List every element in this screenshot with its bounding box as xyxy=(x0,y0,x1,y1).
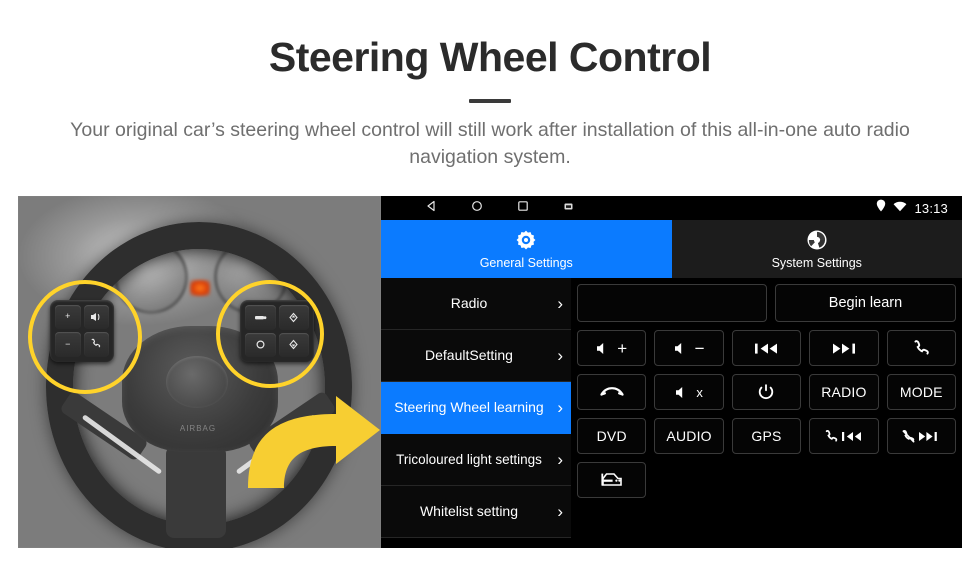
tab-general-settings-label: General Settings xyxy=(479,255,573,270)
tab-general-settings[interactable]: General Settings xyxy=(381,220,672,278)
button-power[interactable] xyxy=(731,374,802,410)
settings-menu: Radio › DefaultSetting › Steering Wheel … xyxy=(381,278,571,548)
back-icon[interactable] xyxy=(425,199,437,217)
wheel-control-pad-left: + − xyxy=(50,300,114,362)
android-head-unit-screen: 13:13 General Settings System Settings R… xyxy=(381,196,962,548)
button-volume-down[interactable]: − xyxy=(654,330,724,366)
tab-system-settings[interactable]: System Settings xyxy=(671,220,962,278)
panel-top-row: Begin learn xyxy=(577,284,956,322)
button-volume-up[interactable]: + xyxy=(577,330,647,366)
button-call-previous[interactable] xyxy=(809,418,879,454)
menu-item-default-setting-label: DefaultSetting xyxy=(425,347,513,364)
status-icons: 13:13 xyxy=(876,199,954,217)
aperture-icon xyxy=(806,229,828,254)
chevron-right-icon: › xyxy=(557,293,563,313)
button-audio[interactable]: AUDIO xyxy=(654,418,724,454)
menu-item-radio[interactable]: Radio › xyxy=(381,278,571,330)
tab-system-settings-label: System Settings xyxy=(771,255,862,270)
grid-empty-cell xyxy=(732,462,801,498)
chevron-right-icon: › xyxy=(557,501,563,521)
minus-glyph: − xyxy=(694,338,705,358)
yellow-arrow-icon xyxy=(232,390,381,500)
mute-x-glyph: x xyxy=(696,384,703,400)
page-title: Steering Wheel Control xyxy=(268,34,712,80)
clock: 13:13 xyxy=(914,200,948,216)
menu-item-steering-wheel-learning[interactable]: Steering Wheel learning › xyxy=(381,382,571,434)
button-mode[interactable]: MODE xyxy=(886,374,956,410)
button-dvd[interactable]: DVD xyxy=(577,418,647,454)
header: Steering Wheel Control Your original car… xyxy=(0,0,980,171)
wheel-key-up-icon xyxy=(278,305,309,330)
page-subtitle: Your original car’s steering wheel contr… xyxy=(70,119,910,168)
airbag-cover xyxy=(166,356,228,408)
button-previous-track[interactable] xyxy=(731,330,802,366)
screenshot-icon[interactable] xyxy=(563,199,574,217)
begin-learn-button[interactable]: Begin learn xyxy=(774,284,956,322)
wheel-key-mode-icon xyxy=(245,332,276,357)
menu-item-tricoloured-light-settings-label: Tricoloured light settings xyxy=(396,451,542,467)
wheel-key-source-icon xyxy=(245,305,276,330)
gear-icon xyxy=(515,229,537,254)
wheel-key-volume-up: + xyxy=(55,305,81,329)
function-button-grid: + − x RADIO MODE DVD AUDIO GPS xyxy=(577,330,956,498)
title-divider xyxy=(469,99,511,104)
menu-item-whitelist-setting-label: Whitelist setting xyxy=(419,503,519,520)
wheel-spoke-bottom xyxy=(166,446,226,538)
wheel-key-voice-icon xyxy=(83,305,109,329)
page-root: Steering Wheel Control Your original car… xyxy=(0,0,980,564)
button-answer-call[interactable] xyxy=(886,330,956,366)
plus-glyph: + xyxy=(617,338,628,358)
menu-item-radio-label: Radio xyxy=(450,295,488,312)
button-gps[interactable]: GPS xyxy=(731,418,802,454)
menu-item-tricoloured-light-settings[interactable]: Tricoloured light settings › xyxy=(381,434,571,486)
settings-body: Radio › DefaultSetting › Steering Wheel … xyxy=(381,278,962,548)
airbag-label: AIRBAG xyxy=(179,424,217,433)
grid-empty-cell xyxy=(887,462,956,498)
button-radio[interactable]: RADIO xyxy=(809,374,879,410)
wheel-key-phone-icon xyxy=(83,331,109,357)
chevron-right-icon: › xyxy=(557,449,563,469)
button-hangup-next[interactable] xyxy=(886,418,956,454)
button-mute[interactable]: x xyxy=(654,374,724,410)
wheel-control-pad-right xyxy=(240,300,314,362)
wheel-key-volume-down: − xyxy=(55,331,81,357)
steering-wheel-photo: AIRBAG + − xyxy=(18,196,381,548)
settings-tabs: General Settings System Settings xyxy=(381,220,962,278)
learn-display-field[interactable] xyxy=(577,284,767,322)
status-bar: 13:13 xyxy=(381,196,962,220)
button-next-track[interactable] xyxy=(809,330,879,366)
grid-empty-cell xyxy=(654,462,723,498)
navigation-bar xyxy=(389,199,574,217)
menu-item-default-setting[interactable]: DefaultSetting › xyxy=(381,330,571,382)
wifi-icon xyxy=(893,199,907,217)
media-block: AIRBAG + − 13:13 General Settings System… xyxy=(18,196,962,548)
wheel-key-down-icon xyxy=(278,332,309,357)
button-hang-up[interactable] xyxy=(577,374,647,410)
home-icon[interactable] xyxy=(471,199,483,217)
chevron-right-icon: › xyxy=(557,345,563,365)
grid-empty-cell xyxy=(809,462,878,498)
menu-item-whitelist-setting[interactable]: Whitelist setting › xyxy=(381,486,571,538)
steering-wheel-learning-panel: Begin learn + − x RADIO MODE DVD AUDIO G… xyxy=(571,278,962,548)
button-car-info[interactable] xyxy=(577,462,647,498)
chevron-right-icon: › xyxy=(557,397,563,417)
menu-item-steering-wheel-learning-label: Steering Wheel learning xyxy=(394,399,544,416)
recents-icon[interactable] xyxy=(517,199,529,217)
location-icon xyxy=(876,199,886,217)
